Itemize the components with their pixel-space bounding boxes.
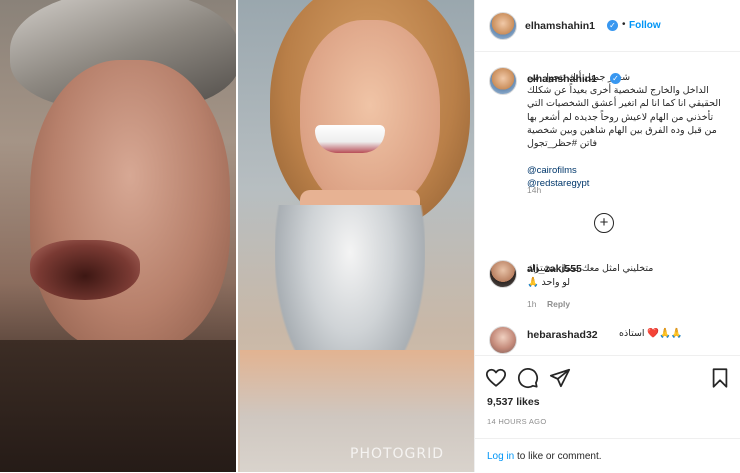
post-media[interactable]: PHOTOGRID	[0, 0, 474, 472]
login-prompt: Log in to like or comment.	[475, 438, 740, 473]
bookmark-icon[interactable]	[709, 367, 731, 389]
login-link[interactable]: Log in	[487, 451, 514, 462]
login-prompt-rest: to like or comment.	[514, 451, 602, 462]
post-header: elhamshahin1 ✓ • Follow	[475, 0, 740, 52]
caption-avatar[interactable]	[489, 67, 517, 95]
reply-button[interactable]: Reply	[547, 299, 570, 309]
verified-badge-icon: ✓	[607, 20, 618, 31]
post-sidebar: elhamshahin1 ✓ • Follow شعور جميل أنك تت…	[474, 0, 740, 472]
photo-right-face	[300, 20, 440, 210]
verified-badge-icon: ✓	[610, 73, 621, 84]
header-separator: •	[622, 19, 626, 30]
commenter-username[interactable]: ali_zaki555	[527, 263, 582, 275]
photo-right-smile	[315, 125, 385, 153]
login-prompt-text: Log in to like or comment.	[487, 451, 602, 462]
commenter-username[interactable]: hebarashad32	[527, 329, 598, 341]
photo-left-mouth	[30, 240, 140, 300]
photo-left-face	[30, 60, 230, 350]
commenter-avatar[interactable]	[489, 326, 517, 354]
follow-button[interactable]: Follow	[629, 20, 661, 31]
photo-left-clothing	[0, 340, 237, 472]
author-avatar[interactable]	[489, 12, 517, 40]
caption-time[interactable]: 14h	[527, 185, 541, 195]
comments-section[interactable]: شعور جميل أنك تتحول من الداخل والخارج لش…	[475, 53, 740, 355]
caption-username[interactable]: elhamshahin1	[527, 73, 597, 85]
plus-circle-icon[interactable]: +	[594, 213, 614, 233]
comment-time[interactable]: 1h	[527, 299, 536, 309]
mention-cairofilms[interactable]: @cairofilms	[527, 164, 589, 177]
heart-icon[interactable]	[485, 367, 507, 389]
comment-text: استاذه ❤️🙏🙏	[619, 328, 683, 339]
comment-icon[interactable]	[517, 367, 539, 389]
collage-divider	[236, 0, 238, 472]
post-actions: 9,537 likes 14 HOURS AGO Log in to like …	[475, 355, 740, 472]
author-username[interactable]: elhamshahin1	[525, 20, 595, 32]
share-icon[interactable]	[549, 367, 571, 389]
photogrid-watermark: PHOTOGRID	[350, 446, 445, 462]
commenter-avatar[interactable]	[489, 260, 517, 288]
instagram-post: PHOTOGRID elhamshahin1 ✓ • Follow شعور ج…	[0, 0, 740, 472]
likes-count[interactable]: 9,537 likes	[487, 396, 540, 408]
post-date[interactable]: 14 HOURS AGO	[487, 417, 546, 426]
